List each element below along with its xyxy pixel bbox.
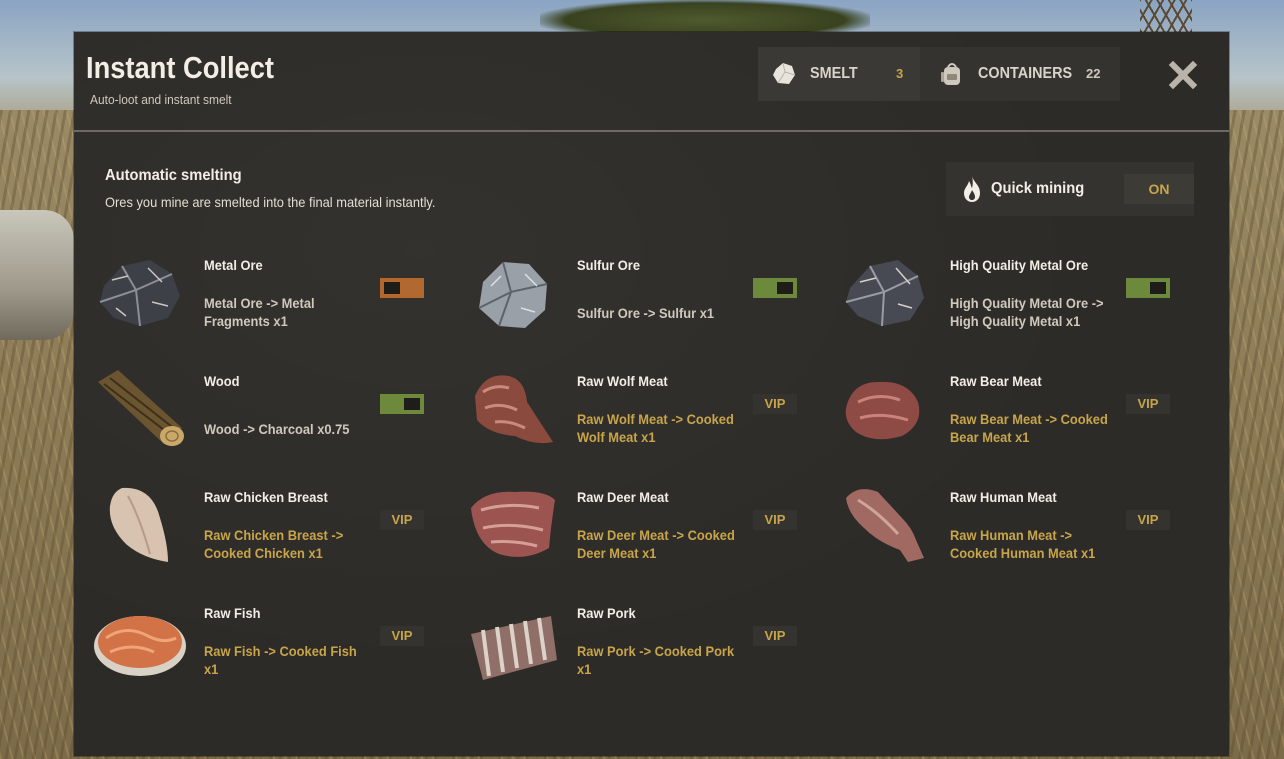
item-name: Raw Pork: [577, 605, 636, 621]
item-name: Raw Chicken Breast: [204, 489, 328, 505]
page-title: Instant Collect: [86, 50, 274, 85]
tab-smelt[interactable]: SMELT 3: [758, 47, 920, 101]
metal-ore-icon: [99, 260, 180, 327]
sulfur-ore-toggle[interactable]: [753, 278, 797, 298]
ore-icon: [773, 62, 796, 84]
metal-ore-toggle[interactable]: [380, 278, 424, 298]
item-name: Raw Human Meat: [950, 489, 1057, 505]
toggle-knob: [384, 282, 400, 294]
item-conversion: Raw Fish -> Cooked Fish x1: [204, 643, 357, 677]
wood-toggle[interactable]: [380, 394, 424, 414]
item-conversion: Raw Human Meat -> Cooked Human Meat x1: [950, 527, 1096, 561]
item-conversion: Sulfur Ore -> Sulfur x1: [577, 305, 715, 321]
tab-bar: SMELT 3 CONTAINERS 22: [758, 47, 1120, 101]
backpack-icon: [941, 63, 960, 85]
item-name: Raw Wolf Meat: [577, 373, 668, 389]
pipe-structure: [0, 210, 74, 340]
vip-badge[interactable]: VIP: [753, 626, 797, 646]
item-raw-wolf-meat: Raw Wolf Meat Raw Wolf Meat -> Cooked Wo…: [465, 356, 825, 464]
quick-mining-label: Quick mining: [991, 180, 1085, 197]
fish-steak-icon: [94, 616, 186, 676]
item-raw-deer-meat: Raw Deer Meat Raw Deer Meat -> Cooked De…: [465, 472, 825, 580]
item-conversion: Wood -> Charcoal x0.75: [204, 421, 350, 437]
item-raw-bear-meat: Raw Bear Meat Raw Bear Meat -> Cooked Be…: [838, 356, 1198, 464]
item-name: Metal Ore: [204, 257, 263, 273]
human-meat-icon: [846, 489, 924, 562]
tab-containers[interactable]: CONTAINERS 22: [926, 47, 1120, 101]
bear-meat-icon: [845, 381, 920, 440]
item-name: Wood: [204, 373, 240, 389]
quick-mining-toggle[interactable]: Quick mining ON: [946, 162, 1194, 216]
section-title: Automatic smelting: [105, 167, 242, 184]
radio-tower: [1140, 0, 1192, 32]
hq-metal-ore-icon: [845, 260, 924, 327]
item-metal-ore: Metal Ore Metal Ore -> Metal Fragments x…: [92, 240, 452, 348]
item-sulfur-ore: Sulfur Ore Sulfur Ore -> Sulfur x1: [465, 240, 825, 348]
section-description: Ores you mine are smelted into the final…: [105, 194, 436, 210]
tab-smelt-count: 3: [896, 66, 904, 81]
item-raw-human-meat: Raw Human Meat Raw Human Meat -> Cooked …: [838, 472, 1198, 580]
deer-meat-icon: [471, 491, 555, 557]
panel-header: Instant Collect Auto-loot and instant sm…: [74, 32, 1229, 130]
header-divider: [74, 130, 1229, 132]
toggle-knob: [1150, 282, 1166, 294]
item-name: Sulfur Ore: [577, 257, 640, 273]
item-name: Raw Deer Meat: [577, 489, 669, 505]
item-raw-pork: Raw Pork Raw Pork -> Cooked Pork x1 VIP: [465, 588, 825, 696]
vip-badge[interactable]: VIP: [380, 510, 424, 530]
item-name: Raw Fish: [204, 605, 261, 621]
vip-badge[interactable]: VIP: [1126, 394, 1170, 414]
tab-smelt-label: SMELT: [810, 65, 858, 82]
vip-badge[interactable]: VIP: [1126, 510, 1170, 530]
pork-ribs-icon: [471, 616, 557, 680]
wolf-meat-icon: [475, 375, 553, 444]
item-conversion: Raw Wolf Meat -> Cooked Wolf Meat x1: [577, 411, 734, 445]
item-conversion: Raw Bear Meat -> Cooked Bear Meat x1: [950, 411, 1108, 445]
item-name: Raw Bear Meat: [950, 373, 1042, 389]
flame-icon: [964, 176, 980, 202]
vip-badge[interactable]: VIP: [380, 626, 424, 646]
chicken-breast-icon: [109, 487, 168, 562]
vip-badge[interactable]: VIP: [753, 510, 797, 530]
instant-collect-panel: Instant Collect Auto-loot and instant sm…: [74, 32, 1229, 756]
item-hq-metal-ore: High Quality Metal Ore High Quality Meta…: [838, 240, 1198, 348]
item-conversion: Raw Deer Meat -> Cooked Deer Meat x1: [577, 527, 735, 561]
item-wood: Wood Wood -> Charcoal x0.75: [92, 356, 452, 464]
item-conversion: Raw Chicken Breast -> Cooked Chicken x1: [204, 527, 344, 561]
page-subtitle: Auto-loot and instant smelt: [90, 92, 232, 107]
quick-mining-state: ON: [1124, 174, 1194, 204]
item-raw-chicken-breast: Raw Chicken Breast Raw Chicken Breast ->…: [92, 472, 452, 580]
item-name: High Quality Metal Ore: [950, 257, 1089, 273]
item-conversion: Metal Ore -> Metal Fragments x1: [204, 295, 315, 329]
hq-metal-ore-toggle[interactable]: [1126, 278, 1170, 298]
sulfur-ore-icon: [478, 261, 548, 328]
tab-containers-count: 22: [1086, 66, 1101, 81]
item-conversion: Raw Pork -> Cooked Pork x1: [577, 643, 735, 677]
toggle-knob: [777, 282, 793, 294]
toggle-knob: [404, 398, 420, 410]
wood-log-icon: [98, 370, 184, 446]
tab-containers-label: CONTAINERS: [978, 65, 1073, 82]
vip-badge[interactable]: VIP: [753, 394, 797, 414]
close-icon[interactable]: [1168, 60, 1198, 90]
item-raw-fish: Raw Fish Raw Fish -> Cooked Fish x1 VIP: [92, 588, 452, 696]
item-conversion: High Quality Metal Ore -> High Quality M…: [950, 295, 1104, 329]
